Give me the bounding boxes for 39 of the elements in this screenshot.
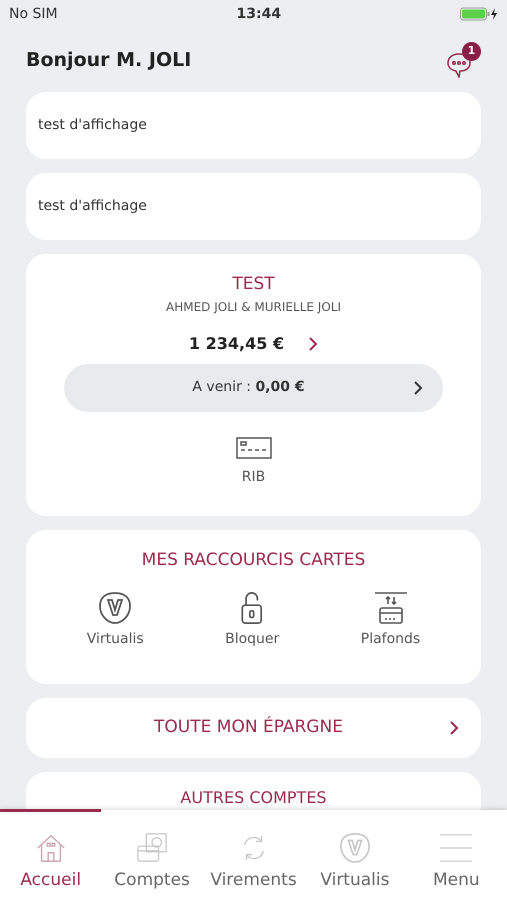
shortcut-button[interactable]: Plafonds bbox=[354, 590, 426, 650]
chevron-icon bbox=[413, 380, 423, 396]
tab-button[interactable]: Comptes bbox=[101, 810, 203, 900]
balance-amount: 1 234,45 € bbox=[188, 332, 284, 354]
notification-badge: 1 bbox=[462, 42, 481, 61]
shortcut-button[interactable]: Virtualis bbox=[80, 590, 150, 650]
carrier-name: No SIM bbox=[9, 4, 58, 24]
message-card[interactable]: test d'affichage bbox=[26, 92, 481, 159]
tab-button[interactable]: Accueil bbox=[0, 810, 102, 900]
shield-v-icon bbox=[338, 832, 371, 864]
tab-button[interactable]: Menu bbox=[406, 810, 507, 900]
upcoming-button[interactable]: A venir : 0,00 € bbox=[64, 364, 443, 412]
account-holders: AHMED JOLI & MURIELLE JOLI bbox=[166, 298, 341, 316]
shortcut-button[interactable]: Bloquer bbox=[219, 590, 286, 650]
id-card-icon bbox=[236, 436, 272, 458]
rib-button[interactable]: RIB bbox=[230, 436, 278, 488]
other-accounts-title: AUTRES COMPTES bbox=[180, 788, 327, 807]
shortcuts-title: MES RACCOURCIS CARTES bbox=[142, 549, 366, 572]
menu-icon bbox=[440, 832, 472, 864]
balance-button[interactable]: 1 234,45 € bbox=[188, 332, 318, 356]
greeting-title: Bonjour M. JOLI bbox=[26, 48, 192, 73]
savings-button[interactable]: TOUTE MON ÉPARGNE bbox=[26, 698, 481, 758]
card-arrows-icon bbox=[374, 590, 408, 624]
tab-button[interactable]: Virtualis bbox=[304, 810, 406, 900]
upcoming-text: A venir : 0,00 € bbox=[191, 378, 306, 397]
shield-v-icon bbox=[98, 590, 132, 624]
chat-button[interactable]: 1 bbox=[446, 42, 481, 78]
chevron-icon bbox=[308, 335, 318, 352]
battery-icon bbox=[460, 6, 498, 22]
message-text: test d'affichage bbox=[38, 116, 147, 135]
message-card[interactable]: test d'affichage bbox=[26, 173, 481, 240]
message-text: test d'affichage bbox=[38, 197, 147, 216]
card-icon bbox=[136, 832, 168, 864]
tab-button[interactable]: Virements bbox=[202, 810, 304, 900]
account-name: TEST bbox=[232, 273, 275, 296]
home-icon bbox=[34, 832, 67, 864]
chevron-icon bbox=[449, 720, 459, 736]
clock-time: 13:44 bbox=[236, 4, 282, 24]
padlock-icon bbox=[239, 590, 265, 624]
